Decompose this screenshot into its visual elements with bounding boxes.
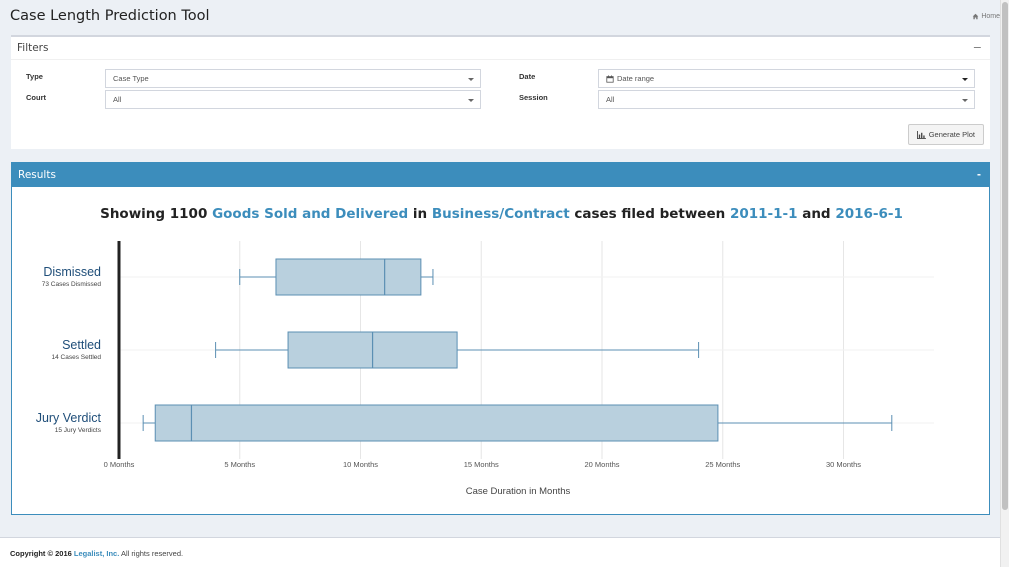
category-sublabel: 14 Cases Settled bbox=[51, 354, 101, 361]
chevron-down-icon bbox=[962, 99, 968, 102]
box-plot-chart: 0 Months 5 Months 10 Months 15 Months 20 Mon… bbox=[36, 241, 934, 497]
category-sublabel: 15 Jury Verdicts bbox=[55, 427, 102, 434]
type-select[interactable]: Case Type bbox=[105, 69, 481, 88]
court-label: Court bbox=[26, 93, 46, 102]
page-scrollbar[interactable] bbox=[1000, 0, 1009, 567]
session-select-value: All bbox=[606, 95, 615, 104]
type-label: Type bbox=[26, 72, 43, 81]
x-axis-label: Case Duration in Months bbox=[466, 486, 571, 497]
company-link[interactable]: Legalist, Inc. bbox=[74, 549, 119, 558]
date-range-value: Date range bbox=[617, 74, 655, 83]
generate-plot-button[interactable]: Generate Plot bbox=[907, 124, 984, 145]
filters-title: Filters bbox=[17, 42, 49, 54]
x-tick-label: 5 Months bbox=[224, 460, 255, 469]
session-select[interactable]: All bbox=[598, 90, 975, 109]
home-link[interactable]: Home bbox=[972, 13, 1000, 20]
court-select-value: All bbox=[113, 95, 122, 104]
filters-panel: Filters − Type Case Type Court All Date … bbox=[11, 35, 990, 149]
home-label: Home bbox=[981, 13, 1000, 20]
court-select[interactable]: All bbox=[105, 90, 481, 109]
category-label: Dismissed bbox=[43, 265, 101, 279]
footer-text: Copyright © 2016 Legalist, Inc. All righ… bbox=[10, 549, 183, 558]
x-tick-label: 25 Months bbox=[705, 460, 740, 469]
category-label: Jury Verdict bbox=[36, 411, 102, 425]
type-select-value: Case Type bbox=[113, 74, 149, 83]
app-header: Case Length Prediction Tool Home bbox=[0, 0, 1000, 34]
box-jury-verdict bbox=[154, 404, 719, 442]
filters-collapse-button[interactable]: − bbox=[973, 41, 982, 54]
box-dismissed bbox=[275, 258, 422, 296]
category-label: Settled bbox=[62, 338, 101, 352]
date-label: Date bbox=[519, 72, 536, 81]
chevron-down-icon bbox=[962, 78, 968, 81]
app-title: Case Length Prediction Tool bbox=[10, 8, 210, 24]
rights-text: All rights reserved. bbox=[119, 549, 184, 558]
x-tick-label: 30 Months bbox=[826, 460, 861, 469]
filters-header: Filters − bbox=[11, 37, 990, 60]
chevron-down-icon bbox=[468, 99, 474, 102]
session-label: Session bbox=[519, 93, 548, 102]
x-tick-label: 15 Months bbox=[464, 460, 499, 469]
calendar-icon bbox=[606, 74, 614, 83]
x-tick-label: 10 Months bbox=[343, 460, 378, 469]
generate-plot-label: Generate Plot bbox=[928, 130, 975, 139]
bar-chart-icon bbox=[916, 130, 926, 139]
x-tick-label: 0 Months bbox=[104, 460, 135, 469]
scrollbar-thumb[interactable] bbox=[1002, 2, 1008, 510]
copyright-text: Copyright © 2016 bbox=[10, 549, 74, 558]
home-icon bbox=[973, 13, 979, 20]
x-tick-label: 20 Months bbox=[584, 460, 619, 469]
footer: Copyright © 2016 Legalist, Inc. All righ… bbox=[0, 537, 1000, 567]
chevron-down-icon bbox=[468, 78, 474, 81]
date-range-select[interactable]: Date range bbox=[598, 69, 975, 88]
category-sublabel: 73 Cases Dismissed bbox=[42, 281, 102, 288]
results-panel: Results - Showing 1100 Goods Sold and De… bbox=[11, 162, 990, 515]
